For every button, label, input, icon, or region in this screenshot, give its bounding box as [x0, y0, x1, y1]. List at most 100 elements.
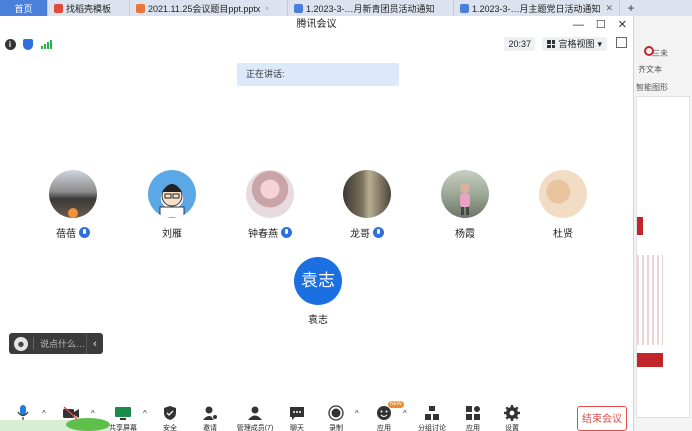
browser-tab-ppt[interactable]: 2021.11.25会议题目ppt.pptx ◦ — [130, 0, 288, 16]
meeting-topbar: i 20:37 宫格视图 ▾ — [0, 34, 633, 54]
mic-options-caret[interactable]: ^ — [42, 409, 46, 418]
chat-icon — [290, 406, 304, 420]
view-mode-button[interactable]: 宫格视图 ▾ — [542, 37, 607, 51]
microphone-icon — [373, 226, 384, 238]
camera-options-caret[interactable]: ^ — [91, 409, 95, 418]
browser-tab-home[interactable]: 首页 — [0, 0, 48, 16]
meeting-info-icon[interactable]: i — [4, 38, 16, 50]
avatar — [148, 170, 196, 218]
ribbon-text: 齐文本 — [638, 65, 662, 74]
avatar — [539, 170, 587, 218]
tab-label: 2021.11.25会议题目ppt.pptx — [148, 3, 261, 14]
chat-button[interactable]: 聊天 — [277, 405, 317, 431]
tab-label: 找稻壳模板 — [66, 3, 112, 14]
desktop-widget — [0, 418, 110, 431]
chat-placeholder[interactable]: 说点什么… — [40, 337, 85, 350]
invite-icon — [203, 406, 218, 420]
ppt-favicon-icon — [136, 3, 145, 13]
browser-tab-template[interactable]: 找稻壳模板 — [48, 0, 130, 16]
host-avatar[interactable]: 袁志 — [294, 257, 342, 305]
participant-tile[interactable]: 杜贤 — [528, 170, 598, 240]
collapse-chat-button[interactable]: ‹ — [87, 338, 103, 350]
security-shield-icon[interactable] — [22, 38, 34, 50]
avatar — [441, 170, 489, 218]
breakout-icon — [425, 406, 439, 420]
settings-icon — [504, 405, 520, 421]
record-icon — [328, 405, 344, 421]
view-mode-label: 宫格视图 — [558, 39, 595, 49]
speaking-indicator: 正在讲话: — [237, 63, 399, 86]
maximize-button[interactable]: ☐ — [596, 16, 606, 34]
background-app: 三未 齐文本 智能图形 — [634, 16, 692, 431]
participant-tile[interactable]: 杨霞 — [430, 170, 500, 240]
grid-apps-icon — [466, 406, 480, 420]
title-bar: 腾讯会议 — ☐ ✕ — [0, 16, 633, 34]
participant-name: 蓓蓓 — [56, 228, 76, 240]
avatar — [49, 170, 97, 218]
microphone-icon — [79, 226, 90, 238]
ribbon-text: 三未 — [652, 49, 668, 58]
minimize-button[interactable]: — — [573, 16, 584, 34]
record-options-caret[interactable]: ^ — [355, 409, 359, 418]
screen: 首页 找稻壳模板 2021.11.25会议题目ppt.pptx ◦ 1.2023-… — [0, 0, 692, 431]
screen-share-icon — [115, 406, 131, 420]
slide-accent — [637, 217, 643, 235]
grid-view-icon — [547, 40, 556, 48]
end-meeting-button[interactable]: 结束会议 — [577, 406, 627, 431]
new-badge: NEW — [388, 401, 404, 408]
template-favicon-icon — [54, 3, 63, 13]
reactions-button[interactable]: NEW 应用 — [364, 401, 404, 431]
meeting-timer: 20:37 — [504, 37, 535, 51]
participant-tile[interactable]: 蓓蓓 — [38, 170, 108, 240]
new-tab-button[interactable]: + — [620, 0, 642, 16]
breakout-rooms-button[interactable]: 分组讨论 — [412, 405, 452, 431]
doc-favicon-icon — [460, 3, 469, 13]
participant-name: 刘雁 — [162, 228, 182, 240]
participant-name: 龙哥 — [350, 228, 370, 240]
doc-favicon-icon — [294, 3, 303, 13]
network-signal-icon[interactable] — [40, 38, 52, 50]
ribbon-text: 智能图形 — [636, 83, 668, 92]
chevron-down-icon: ▾ — [597, 39, 602, 49]
microphone-icon — [17, 405, 29, 421]
chat-input-bar[interactable]: ☻ 说点什么… ‹ — [9, 333, 103, 354]
microphone-icon — [281, 226, 292, 238]
participant-tile[interactable]: 刘雁 — [137, 170, 207, 240]
browser-tab-notice-1[interactable]: 1.2023-3-…月新青团员活动通知 — [288, 0, 454, 16]
participant-grid: 蓓蓓 刘雁 钟春燕 龙哥 杨霞 杜贤 — [0, 170, 634, 250]
meeting-window: 腾讯会议 — ☐ ✕ i 20:37 宫格视图 ▾ 正在讲话: 蓓蓓 刘雁 钟春… — [0, 16, 634, 431]
tab-close-icon[interactable]: ✕ — [606, 3, 614, 14]
tab-label: 首页 — [14, 3, 33, 14]
security-button[interactable]: 安全 — [150, 405, 190, 431]
avatar — [246, 170, 294, 218]
record-button[interactable]: 录制 — [316, 405, 356, 431]
divider — [33, 337, 34, 350]
invite-button[interactable]: 邀请 — [190, 405, 230, 431]
close-button[interactable]: ✕ — [618, 16, 627, 34]
fullscreen-icon[interactable] — [616, 37, 627, 48]
window-title: 腾讯会议 — [296, 19, 337, 30]
slide-preview — [636, 96, 690, 418]
shield-icon — [164, 406, 176, 420]
tab-close-icon[interactable]: ◦ — [265, 3, 268, 13]
manage-members-button[interactable]: 管理成员(7) — [235, 405, 275, 431]
tab-label: 1.2023-3-…月主题党日活动通知 — [472, 3, 601, 14]
participant-tile[interactable]: 龙哥 — [332, 170, 402, 240]
participant-name: 杜贤 — [553, 228, 573, 240]
avatar — [343, 170, 391, 218]
participant-name: 杨霞 — [455, 228, 475, 240]
reactions-options-caret[interactable]: ^ — [403, 409, 407, 418]
slide-accent — [637, 353, 663, 367]
participant-tile[interactable]: 钟春燕 — [235, 170, 305, 240]
apps-button[interactable]: 应用 — [453, 405, 493, 431]
browser-tab-notice-2[interactable]: 1.2023-3-…月主题党日活动通知 ✕ — [454, 0, 620, 16]
emoji-icon[interactable]: ☻ — [14, 336, 28, 351]
participant-name: 钟春燕 — [248, 228, 278, 240]
settings-button[interactable]: 设置 — [492, 405, 532, 431]
host-name: 袁志 — [308, 315, 328, 326]
browser-tab-strip: 首页 找稻壳模板 2021.11.25会议题目ppt.pptx ◦ 1.2023-… — [0, 0, 692, 16]
share-options-caret[interactable]: ^ — [143, 409, 147, 418]
slide-pattern — [637, 255, 663, 345]
members-icon — [248, 406, 262, 420]
host-badge-icon — [68, 208, 78, 218]
